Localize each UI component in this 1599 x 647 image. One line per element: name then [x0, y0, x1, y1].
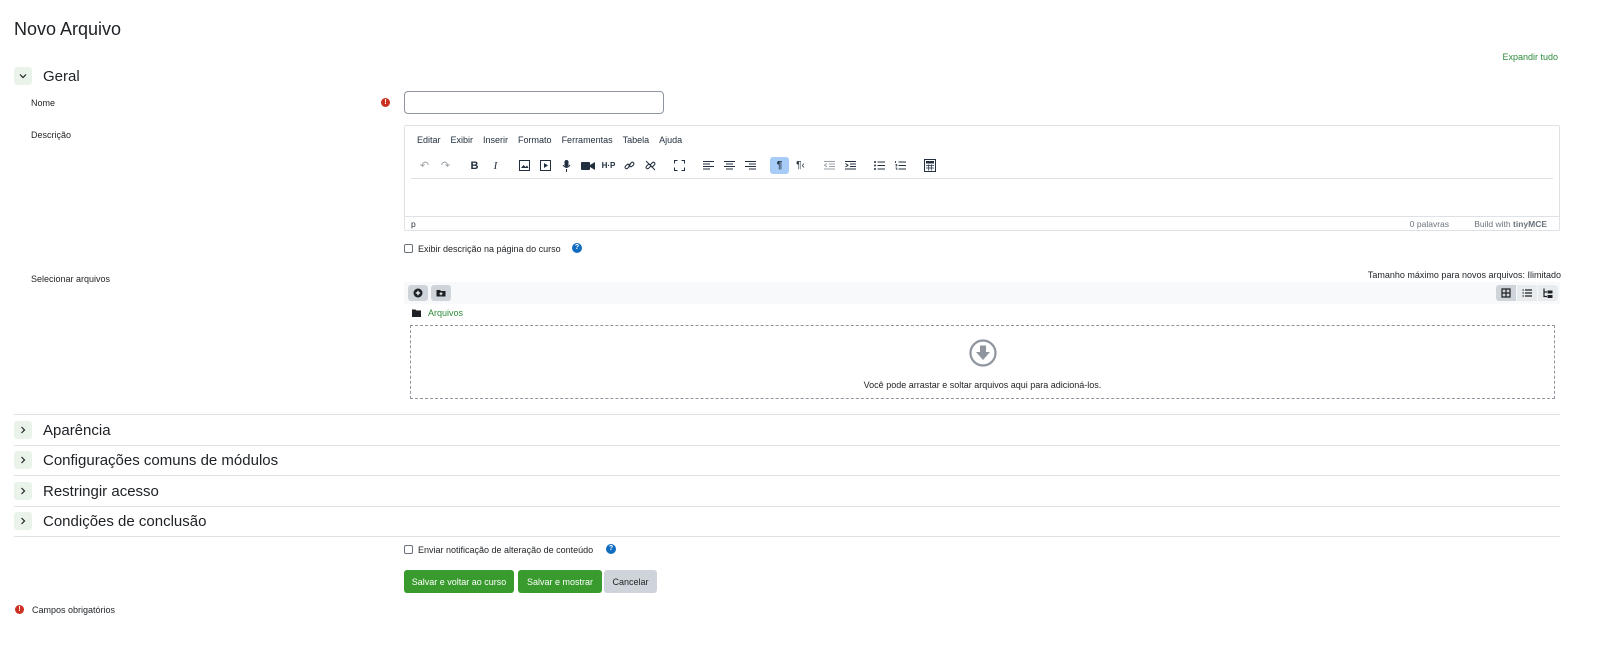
folder-icon: [412, 309, 421, 317]
chevron-right-icon[interactable]: [14, 421, 32, 439]
unlink-icon[interactable]: [641, 157, 660, 174]
create-folder-icon: [436, 290, 446, 297]
chevron-down-icon[interactable]: [14, 67, 32, 85]
list-icon: [1522, 289, 1532, 297]
outdent-icon[interactable]: [820, 157, 839, 174]
menu-tabela[interactable]: Tabela: [623, 135, 650, 145]
chevron-right-icon[interactable]: [14, 451, 32, 469]
align-center-icon[interactable]: [720, 157, 739, 174]
chevron-right-icon[interactable]: [14, 512, 32, 530]
section-conclusao-header[interactable]: Condições de conclusão: [14, 512, 206, 530]
grid-icon: [1501, 288, 1511, 298]
exibir-descricao-checkbox[interactable]: [404, 244, 413, 253]
ltr-icon[interactable]: ¶: [770, 157, 789, 174]
rtl-icon[interactable]: ¶‹: [791, 157, 810, 174]
menu-inserir[interactable]: Inserir: [483, 135, 508, 145]
link-icon[interactable]: [620, 157, 639, 174]
italic-icon[interactable]: I: [486, 157, 505, 174]
section-config-title: Configurações comuns de módulos: [43, 451, 279, 469]
media-icon[interactable]: [536, 157, 555, 174]
element-path[interactable]: p: [411, 219, 416, 229]
section-aparencia-header[interactable]: Aparência: [14, 421, 111, 439]
bold-icon[interactable]: B: [465, 157, 484, 174]
tinymce-logo: tinyMCE: [1513, 219, 1547, 229]
microphone-icon[interactable]: [557, 157, 576, 174]
nome-label: Nome: [31, 98, 56, 108]
indent-icon[interactable]: [841, 157, 860, 174]
word-count[interactable]: 0 palavras: [1410, 219, 1449, 229]
breadcrumb: Arquivos: [412, 308, 463, 318]
cancel-button[interactable]: Cancelar: [604, 570, 657, 593]
menu-formato[interactable]: Formato: [518, 135, 552, 145]
download-arrow-icon: [969, 339, 997, 367]
editor-menubar: Editar Exibir Inserir Formato Ferramenta…: [417, 135, 692, 145]
menu-editar[interactable]: Editar: [417, 135, 441, 145]
nome-input[interactable]: [404, 91, 664, 114]
align-left-icon[interactable]: [699, 157, 718, 174]
save-show-button[interactable]: Salvar e mostrar: [518, 570, 602, 593]
video-camera-icon[interactable]: [578, 157, 597, 174]
help-icon[interactable]: ?: [572, 243, 582, 253]
drop-zone[interactable]: Você pode arrastar e soltar arquivos aqu…: [410, 325, 1555, 399]
image-icon[interactable]: [515, 157, 534, 174]
notificacao-checkbox[interactable]: [404, 545, 413, 554]
undo-icon[interactable]: ↶: [415, 157, 434, 174]
add-file-icon: [413, 288, 423, 298]
selecionar-arquivos-label: Selecionar arquivos: [31, 274, 111, 284]
exibir-descricao-label[interactable]: Exibir descrição na página do curso: [418, 244, 561, 254]
create-folder-button[interactable]: [431, 285, 451, 301]
required-fields-label: Campos obrigatórios: [32, 605, 116, 615]
description-editor[interactable]: Editar Exibir Inserir Formato Ferramenta…: [404, 125, 1560, 231]
section-conclusao-title: Condições de conclusão: [43, 512, 207, 530]
expand-all-link[interactable]: Expandir tudo: [1502, 52, 1558, 62]
required-icon: !: [381, 98, 390, 107]
view-tree-button[interactable]: [1538, 285, 1558, 301]
h5p-icon[interactable]: H·P: [599, 157, 618, 174]
section-config-header[interactable]: Configurações comuns de módulos: [14, 451, 278, 469]
required-icon: !: [15, 605, 24, 614]
notificacao-label[interactable]: Enviar notificação de alteração de conte…: [418, 545, 593, 555]
build-with-text: Build with: [1474, 219, 1511, 229]
descricao-label: Descrição: [31, 130, 72, 140]
tinymce-branding[interactable]: Build with tinyMCE: [1474, 219, 1547, 229]
redo-icon[interactable]: ↷: [436, 157, 455, 174]
bullet-list-icon[interactable]: [870, 157, 889, 174]
file-picker-toolbar: [404, 282, 1560, 304]
max-file-size: Tamanho máximo para novos arquivos: Ilim…: [1367, 270, 1561, 280]
section-geral-title: Geral: [43, 67, 80, 85]
section-restringir-title: Restringir acesso: [43, 482, 159, 500]
add-file-button[interactable]: [408, 285, 428, 301]
drop-message: Você pode arrastar e soltar arquivos aqu…: [863, 380, 1102, 390]
numbered-list-icon[interactable]: [891, 157, 910, 174]
breadcrumb-arquivos[interactable]: Arquivos: [428, 308, 463, 318]
file-picker: Arquivos Você pode arrastar e soltar arq…: [404, 282, 1560, 403]
chevron-right-icon[interactable]: [14, 482, 32, 500]
save-return-button[interactable]: Salvar e voltar ao curso: [404, 570, 514, 593]
editor-toolbar: ↶ ↷ B I H·P ¶ ¶‹: [415, 157, 941, 174]
section-geral-header[interactable]: Geral: [14, 67, 80, 85]
menu-exibir[interactable]: Exibir: [451, 135, 474, 145]
page-title: Novo Arquivo: [14, 19, 122, 39]
view-icons-button[interactable]: [1496, 285, 1516, 301]
help-icon[interactable]: ?: [606, 544, 616, 554]
align-right-icon[interactable]: [741, 157, 760, 174]
tree-icon: [1543, 288, 1553, 298]
menu-ferramentas[interactable]: Ferramentas: [562, 135, 613, 145]
section-aparencia-title: Aparência: [43, 421, 111, 439]
fullscreen-icon[interactable]: [670, 157, 689, 174]
menu-ajuda[interactable]: Ajuda: [659, 135, 682, 145]
calculator-icon[interactable]: [920, 157, 939, 174]
view-list-button[interactable]: [1517, 285, 1537, 301]
editor-statusbar: p 0 palavras Build with tinyMCE: [405, 216, 1559, 230]
section-restringir-header[interactable]: Restringir acesso: [14, 482, 159, 500]
